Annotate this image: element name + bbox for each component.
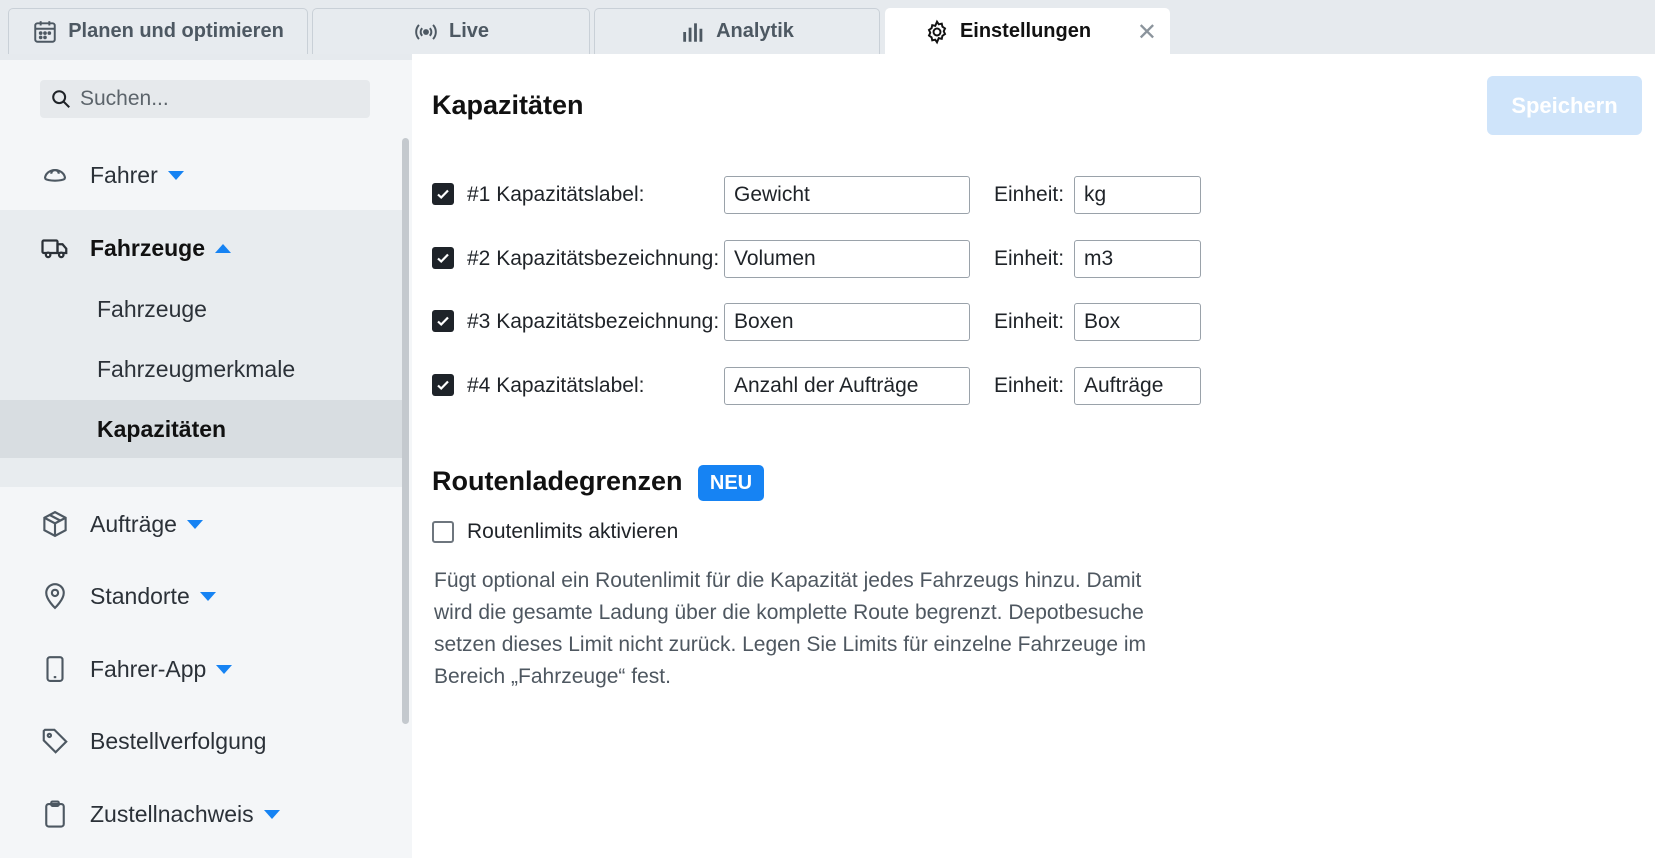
tag-icon	[42, 728, 68, 754]
sidebar-item-fahrer-app[interactable]: Fahrer-App	[0, 644, 402, 694]
sidebar-scrollbar[interactable]	[402, 138, 409, 724]
tab-live[interactable]: Live	[312, 8, 590, 54]
capacity-2-checkbox[interactable]	[432, 247, 454, 269]
tab-planen[interactable]: Planen und optimieren	[8, 8, 308, 54]
sidebar-subitem-label: Kapazitäten	[97, 415, 227, 442]
package-icon	[43, 510, 67, 538]
route-limits-checkbox-label: Routenlimits aktivieren	[467, 520, 679, 543]
gear-icon	[927, 19, 947, 44]
sidebar-item-fahrer[interactable]: Fahrer	[0, 150, 402, 200]
capacity-2-name-input[interactable]	[724, 240, 970, 278]
checkmark-icon	[437, 316, 449, 327]
route-limits-checkbox[interactable]	[432, 521, 454, 543]
sidebar-item-label: Fahrer	[90, 161, 158, 188]
capacity-3-checkbox[interactable]	[432, 310, 454, 332]
route-limits-heading: Routenladegrenzen	[432, 466, 683, 496]
checkmark-icon	[437, 189, 449, 200]
sidebar-subitem-fahrzeugmerkmale[interactable]: Fahrzeugmerkmale	[0, 340, 402, 398]
checkmark-icon	[437, 253, 449, 264]
capacity-2-unit-input[interactable]	[1074, 240, 1201, 278]
tab-bar: Planen und optimieren Live Analytik Eins…	[0, 0, 1655, 54]
sidebar-subitem-kapazitaeten[interactable]: Kapazitäten	[0, 400, 402, 458]
tab-einstellungen[interactable]: Einstellungen ✕	[885, 8, 1170, 54]
sidebar-item-label: Bestellverfolgung	[90, 727, 267, 754]
sidebar-item-bestellverfolgung[interactable]: Bestellverfolgung	[0, 716, 402, 766]
capacity-4-name-input[interactable]	[724, 367, 970, 405]
capacity-4-label: #4 Kapazitätslabel:	[467, 374, 645, 397]
sidebar-item-label: Fahrzeuge	[90, 234, 206, 261]
capacity-4-unit-label: Einheit:	[994, 374, 1065, 397]
sidebar-item-fahrzeuge[interactable]: Fahrzeuge	[0, 223, 402, 273]
chevron-down-icon	[186, 519, 203, 529]
tab-label: Planen und optimieren	[68, 20, 284, 42]
capacity-3-unit-label: Einheit:	[994, 310, 1065, 333]
sidebar-item-auftraege[interactable]: Aufträge	[0, 499, 402, 549]
chevron-up-icon	[215, 243, 232, 253]
new-badge: NEU	[698, 465, 764, 501]
main-panel	[412, 54, 1655, 858]
search-input[interactable]	[80, 87, 360, 111]
sidebar-item-zustellnachweis[interactable]: Zustellnachweis	[0, 789, 402, 839]
tab-label: Einstellungen	[959, 20, 1092, 42]
chevron-down-icon	[199, 591, 216, 601]
sidebar-subitem-label: Fahrzeugmerkmale	[97, 355, 296, 382]
broadcast-icon	[415, 23, 437, 40]
capacity-1-checkbox[interactable]	[432, 183, 454, 205]
phone-icon	[46, 656, 64, 682]
location-pin-icon	[45, 583, 65, 610]
tab-label: Analytik	[716, 20, 794, 42]
bar-chart-icon	[683, 22, 703, 42]
calendar-icon	[34, 20, 56, 43]
capacity-2-label: #2 Kapazitätsbezeichnung:	[467, 247, 720, 270]
capacity-3-name-input[interactable]	[724, 303, 970, 341]
checkmark-icon	[437, 380, 449, 391]
route-limits-description: Fügt optional ein Routenlimit für die Ka…	[434, 569, 1147, 688]
save-button[interactable]: Speichern	[1487, 76, 1642, 135]
search-box	[40, 80, 370, 118]
capacity-2-unit-label: Einheit:	[994, 247, 1065, 270]
sidebar-item-label: Aufträge	[90, 510, 177, 537]
capacity-1-name-input[interactable]	[724, 176, 970, 214]
driver-helmet-icon	[43, 168, 67, 182]
capacity-4-unit-input[interactable]	[1074, 367, 1201, 405]
truck-icon	[41, 239, 68, 259]
clipboard-icon	[45, 800, 65, 828]
sidebar-item-label: Fahrer-App	[90, 655, 207, 682]
sidebar-item-label: Zustellnachweis	[90, 800, 254, 827]
sidebar-subitem-fahrzeuge[interactable]: Fahrzeuge	[0, 280, 402, 338]
capacity-1-unit-label: Einheit:	[994, 183, 1065, 206]
chevron-down-icon	[216, 664, 233, 674]
tab-analytik[interactable]: Analytik	[594, 8, 880, 54]
chevron-down-icon	[167, 170, 184, 180]
sidebar-item-label: Standorte	[90, 582, 190, 609]
close-icon[interactable]: ✕	[1137, 21, 1157, 45]
capacity-3-label: #3 Kapazitätsbezeichnung:	[467, 310, 720, 333]
search-icon	[52, 90, 70, 108]
capacity-4-checkbox[interactable]	[432, 374, 454, 396]
chevron-down-icon	[263, 809, 280, 819]
page-title: Kapazitäten	[432, 90, 584, 120]
capacity-3-unit-input[interactable]	[1074, 303, 1201, 341]
sidebar-subitem-label: Fahrzeuge	[97, 295, 207, 322]
sidebar-item-standorte[interactable]: Standorte	[0, 571, 402, 621]
capacity-1-unit-input[interactable]	[1074, 176, 1201, 214]
tab-label: Live	[448, 20, 490, 42]
capacity-1-label: #1 Kapazitätslabel:	[467, 183, 645, 206]
